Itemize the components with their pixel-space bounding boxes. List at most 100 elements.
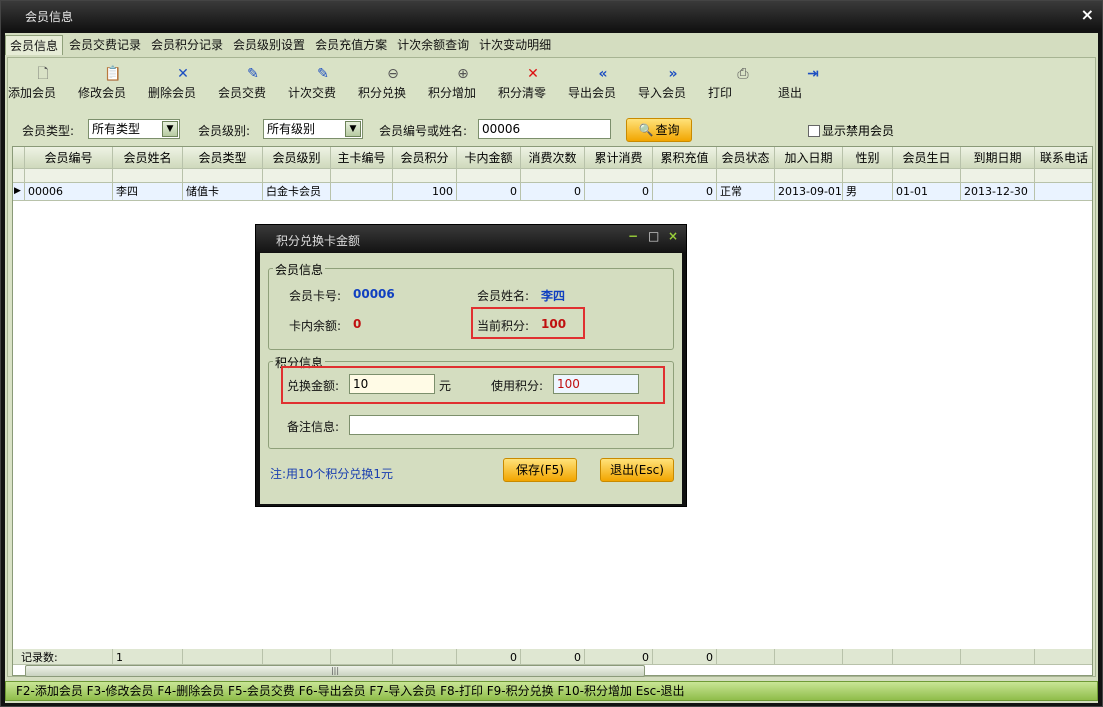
member-info-group: 会员信息 会员卡号: 00006 会员姓名: 李四 卡内余额: 0 当前积分: … (268, 261, 674, 350)
row-pointer-icon: ▶ (13, 183, 25, 201)
status-bar: F2-添加会员 F3-修改会员 F4-删除会员 F5-会员交费 F6-导出会员 … (5, 681, 1098, 701)
checkbox-box (808, 125, 820, 137)
dialog-title: 积分兑换卡金额 (276, 234, 361, 248)
tab-points-records[interactable]: 会员积分记录 (147, 35, 227, 55)
current-points-value: 100 (541, 317, 567, 331)
member-name-value: 李四 (541, 289, 566, 303)
amount-input[interactable]: 10 (349, 374, 435, 394)
document-icon: 🗋 (37, 66, 49, 82)
points-clear-button[interactable]: ✕ 积分清零 (498, 60, 568, 106)
filter-bar: 会员类型: 所有类型 ▼ 会员级别: 所有级别 ▼ 会员编号或姓名: 00006… (8, 118, 1095, 142)
tab-strip: 会员信息 会员交费记录 会员积分记录 会员级别设置 会员充值方案 计次余额查询 … (5, 35, 557, 57)
search-label: 会员编号或姓名: (379, 124, 468, 138)
horizontal-scrollbar[interactable]: ||| (25, 665, 645, 677)
member-level-label: 会员级别: (198, 124, 251, 138)
chevron-down-icon: ▼ (162, 121, 178, 137)
x-icon: ✕ (527, 66, 539, 82)
tab-payment-records[interactable]: 会员交费记录 (65, 35, 145, 55)
zoom-out-icon: ⊖ (387, 66, 399, 82)
grid-header: 会员编号 会员姓名 会员类型 会员级别 主卡编号 会员积分 卡内金额 消费次数 … (13, 147, 1092, 169)
column-header[interactable]: 累计消费 (585, 147, 653, 169)
card-no-label: 会员卡号: (289, 289, 342, 303)
exit-button[interactable]: ⇥ 退出 (778, 60, 848, 106)
member-payment-button[interactable]: ✎ 会员交费 (218, 60, 288, 106)
query-button[interactable]: 🔍 查询 (626, 118, 692, 142)
column-header[interactable]: 主卡编号 (331, 147, 393, 169)
member-type-label: 会员类型: (22, 124, 75, 138)
balance-label: 卡内余额: (289, 319, 342, 333)
pen-icon: ✎ (247, 66, 259, 82)
column-header[interactable]: 消费次数 (521, 147, 585, 169)
remark-input[interactable] (349, 415, 639, 435)
import-member-button[interactable]: » 导入会员 (638, 60, 708, 106)
points-add-button[interactable]: ⊕ 积分增加 (428, 60, 498, 106)
show-disabled-checkbox[interactable]: 显示禁用会员 (808, 122, 894, 139)
column-header[interactable]: 卡内金额 (457, 147, 521, 169)
dialog-exit-button[interactable]: 退出(Esc) (600, 458, 674, 482)
double-right-icon: » (668, 66, 678, 82)
column-header[interactable]: 累积充值 (653, 147, 717, 169)
grid-filter-row[interactable] (13, 169, 1092, 183)
column-header[interactable]: 会员编号 (25, 147, 113, 169)
amount-unit: 元 (439, 379, 452, 393)
exit-door-icon: ⇥ (807, 66, 819, 82)
count-payment-button[interactable]: ✎ 计次交费 (288, 60, 358, 106)
points-exchange-button[interactable]: ⊖ 积分兑换 (358, 60, 428, 106)
close-icon[interactable]: × (668, 229, 678, 243)
member-info-legend: 会员信息 (273, 261, 326, 278)
tab-count-changes[interactable]: 计次变动明细 (475, 35, 555, 55)
tab-level-settings[interactable]: 会员级别设置 (229, 35, 309, 55)
tab-count-balance[interactable]: 计次余额查询 (393, 35, 473, 55)
print-button[interactable]: ⎙ 打印 (708, 60, 778, 106)
double-left-icon: « (598, 66, 608, 82)
column-header[interactable]: 会员生日 (893, 147, 961, 169)
save-button[interactable]: 保存(F5) (503, 458, 577, 482)
points-exchange-dialog: 积分兑换卡金额 − □ × 会员信息 会员卡号: 00006 会员姓名: 李四 … (255, 224, 687, 507)
column-header[interactable]: 性别 (843, 147, 893, 169)
exchange-note: 注:用10个积分兑换1元 (270, 467, 393, 481)
toolbar: 🗋 添加会员 📋 修改会员 ✕ 删除会员 ✎ 会员交费 ✎ 计次交费 ⊖ 积分兑换 ⊕ 积分增… (8, 60, 848, 108)
tab-recharge-plans[interactable]: 会员充值方案 (311, 35, 391, 55)
member-type-select[interactable]: 所有类型 ▼ (88, 119, 180, 139)
column-header[interactable]: 加入日期 (775, 147, 843, 169)
clipboard-edit-icon: 📋 (104, 66, 122, 82)
main-window: 会员信息 × 会员信息 会员交费记录 会员积分记录 会员级别设置 会员充值方案 … (0, 0, 1103, 707)
column-header[interactable]: 会员状态 (717, 147, 775, 169)
export-member-button[interactable]: «导出会员 (568, 60, 638, 106)
x-icon: ✕ (177, 66, 189, 82)
search-input[interactable]: 00006 (478, 119, 611, 139)
column-header[interactable]: 会员级别 (263, 147, 331, 169)
record-count-value: 1 (113, 649, 183, 665)
use-points-input[interactable]: 100 (553, 374, 639, 394)
amount-label: 兑换金额: (287, 379, 340, 393)
delete-member-button[interactable]: ✕ 删除会员 (148, 60, 218, 106)
card-no-value: 00006 (353, 287, 395, 301)
column-header[interactable]: 到期日期 (961, 147, 1035, 169)
chevron-down-icon: ▼ (345, 121, 361, 137)
minimize-icon[interactable]: − (628, 229, 638, 243)
column-header[interactable]: 会员姓名 (113, 147, 183, 169)
maximize-icon[interactable]: □ (648, 229, 659, 243)
dialog-body: 会员信息 会员卡号: 00006 会员姓名: 李四 卡内余额: 0 当前积分: … (260, 253, 682, 504)
tab-member-info[interactable]: 会员信息 (5, 35, 64, 55)
search-icon: 🔍 (638, 123, 654, 137)
printer-icon: ⎙ (737, 66, 749, 82)
record-count-label: 记录数: (13, 649, 113, 665)
grid-summary-row: 记录数: 1 0 0 0 0 (13, 649, 1092, 665)
title-bar: 会员信息 × (1, 1, 1102, 31)
current-points-label: 当前积分: (477, 319, 530, 333)
close-icon[interactable]: × (1081, 5, 1094, 24)
member-name-label: 会员姓名: (477, 289, 530, 303)
column-header[interactable]: 联系电话 (1035, 147, 1092, 169)
use-points-label: 使用积分: (491, 379, 544, 393)
balance-value: 0 (353, 317, 362, 331)
column-header[interactable]: 会员类型 (183, 147, 263, 169)
table-row[interactable]: ▶ 00006 李四 储值卡 白金卡会员 100 0 0 0 0 正常 2013… (13, 183, 1092, 201)
member-level-select[interactable]: 所有级别 ▼ (263, 119, 363, 139)
edit-member-button[interactable]: 📋 修改会员 (78, 60, 148, 106)
column-header[interactable]: 会员积分 (393, 147, 457, 169)
zoom-in-icon: ⊕ (457, 66, 469, 82)
row-indicator-header (13, 147, 25, 169)
add-member-button[interactable]: 🗋 添加会员 (8, 60, 78, 106)
window-title: 会员信息 (25, 10, 74, 24)
